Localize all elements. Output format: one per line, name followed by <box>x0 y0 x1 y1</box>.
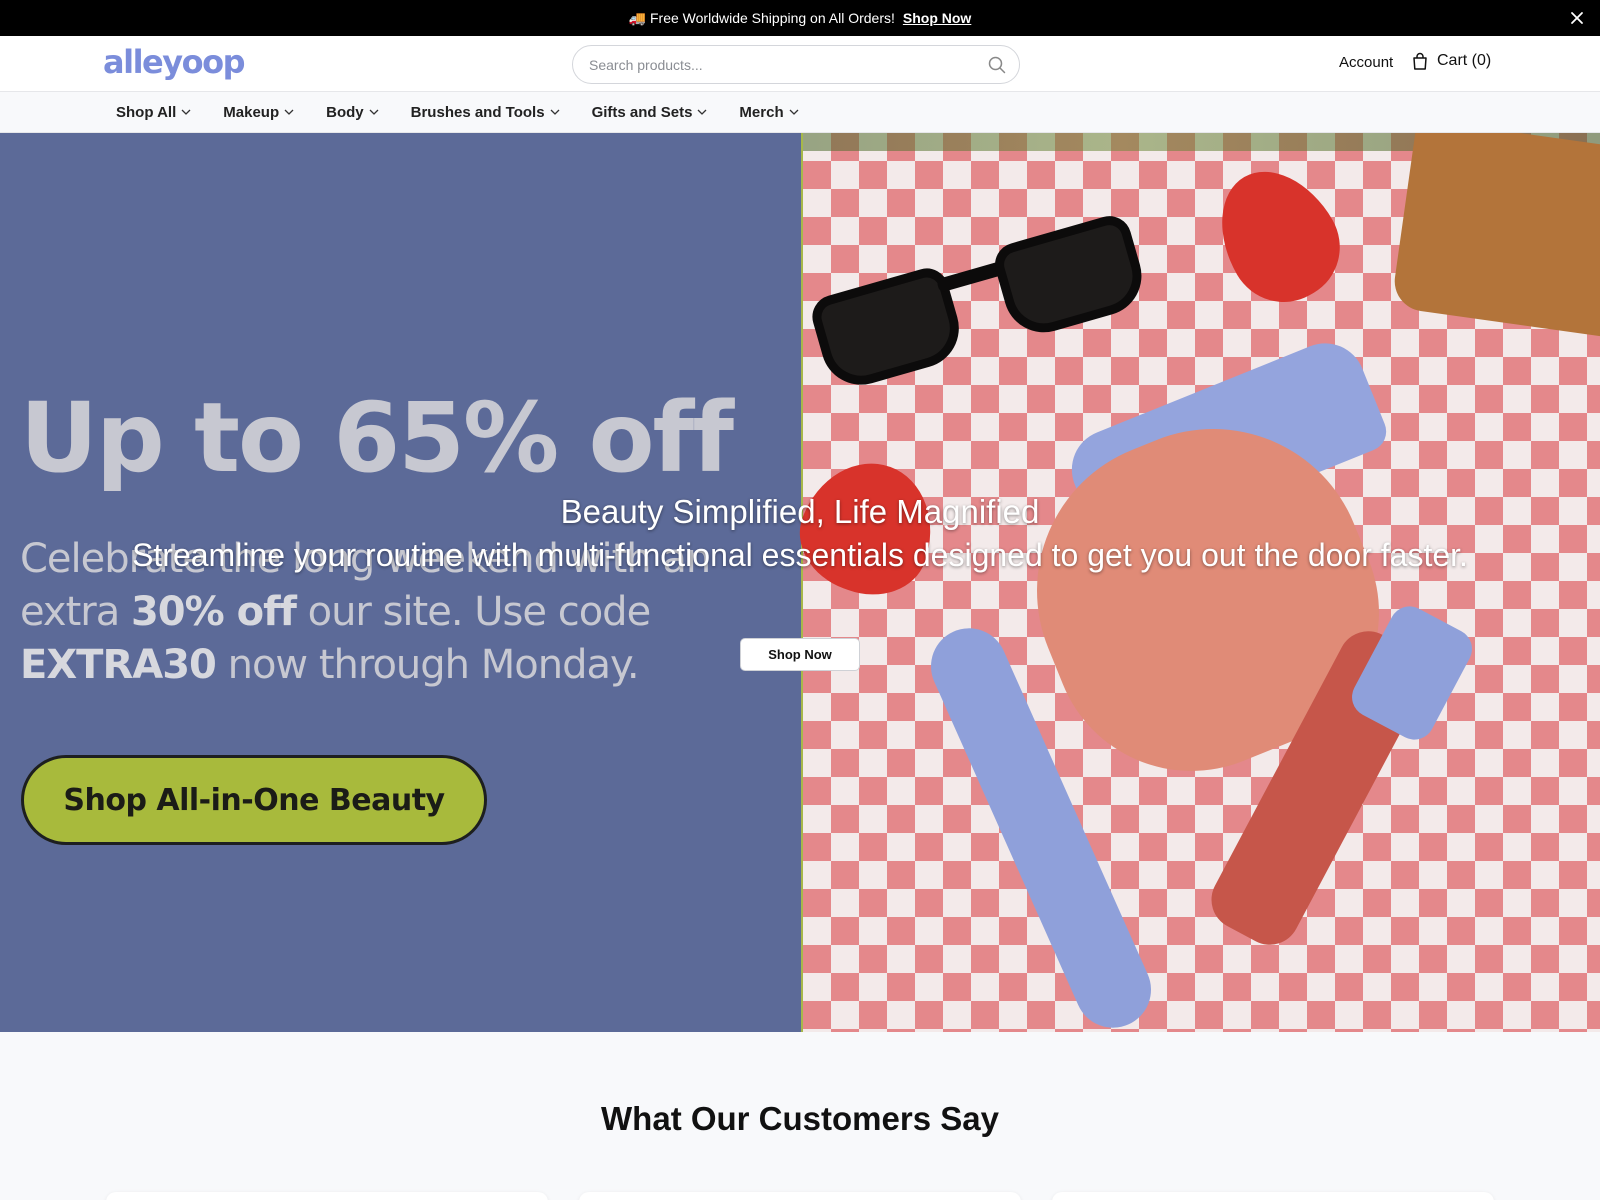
nav-item-gifts-and-sets[interactable]: Gifts and Sets <box>592 104 708 121</box>
nav-item-body[interactable]: Body <box>326 104 379 121</box>
nav-item-label: Shop All <box>116 103 177 121</box>
nav-item-label: Body <box>326 103 364 121</box>
hero-banner: Up to 65% off Celebrate the long weekend… <box>0 133 1600 1032</box>
sunglasses <box>800 181 1171 429</box>
search-bar <box>572 45 1020 84</box>
nav-item-label: Brushes and Tools <box>410 103 545 121</box>
promo-discount: 30% off <box>130 589 297 635</box>
account-link[interactable]: Account <box>1339 54 1393 71</box>
hero-subtitle: Streamline your routine with multi-funct… <box>132 537 1468 573</box>
chevron-down-icon <box>697 109 707 115</box>
chevron-down-icon <box>550 109 560 115</box>
announcement-bar: 🚚 Free Worldwide Shipping on All Orders!… <box>0 0 1600 36</box>
nav-item-shop-all[interactable]: Shop All <box>116 104 191 121</box>
hero-shop-now-button[interactable]: Shop Now <box>740 638 860 671</box>
picnic-basket <box>1390 133 1600 338</box>
cart-button[interactable]: Cart (0) <box>1412 52 1491 70</box>
search-input[interactable] <box>589 46 979 83</box>
site-header: alleyoop Account Cart (0) <box>0 36 1600 92</box>
chevron-down-icon <box>181 109 191 115</box>
nav-item-label: Gifts and Sets <box>591 103 693 121</box>
announcement-text: 🚚 Free Worldwide Shipping on All Orders! <box>628 9 895 26</box>
nav-item-label: Merch <box>739 103 784 121</box>
sunglasses-lens <box>989 210 1151 342</box>
announcement-shop-now-link[interactable]: Shop Now <box>903 10 971 26</box>
review-card <box>579 1192 1021 1200</box>
close-icon[interactable] <box>1568 9 1586 27</box>
chevron-down-icon <box>369 109 379 115</box>
search-icon[interactable] <box>987 55 1007 75</box>
promo-copy-text: now through Monday. <box>215 642 640 688</box>
chevron-down-icon <box>284 109 294 115</box>
hero-product-image <box>784 133 1600 1032</box>
reviews-section-title: What Our Customers Say <box>601 1100 999 1137</box>
promo-copy-text: our site. Use code <box>295 589 652 635</box>
promo-code: EXTRA30 <box>20 642 217 688</box>
promo-headline: Up to 65% off <box>20 382 734 494</box>
strawberry <box>1196 149 1360 322</box>
logo[interactable]: alleyoop <box>103 42 245 82</box>
nav-item-merch[interactable]: Merch <box>739 103 799 121</box>
nav-item-brushes-and-tools[interactable]: Brushes and Tools <box>411 104 560 121</box>
shop-all-in-one-beauty-button[interactable]: Shop All-in-One Beauty <box>21 755 487 845</box>
shopping-bag-icon <box>1413 52 1427 70</box>
nav-item-label: Makeup <box>223 103 280 121</box>
hero-promo-panel: Up to 65% off Celebrate the long weekend… <box>0 133 803 1032</box>
hero-title: Beauty Simplified, Life Magnified <box>560 493 1040 530</box>
chevron-down-icon <box>789 109 799 115</box>
nav-item-makeup[interactable]: Makeup <box>223 104 294 121</box>
main-nav: Shop All Makeup Body Brushes and Tools G… <box>0 92 1600 133</box>
review-card <box>1052 1192 1494 1200</box>
review-card <box>106 1192 548 1200</box>
cart-label: Cart (0) <box>1437 52 1492 69</box>
